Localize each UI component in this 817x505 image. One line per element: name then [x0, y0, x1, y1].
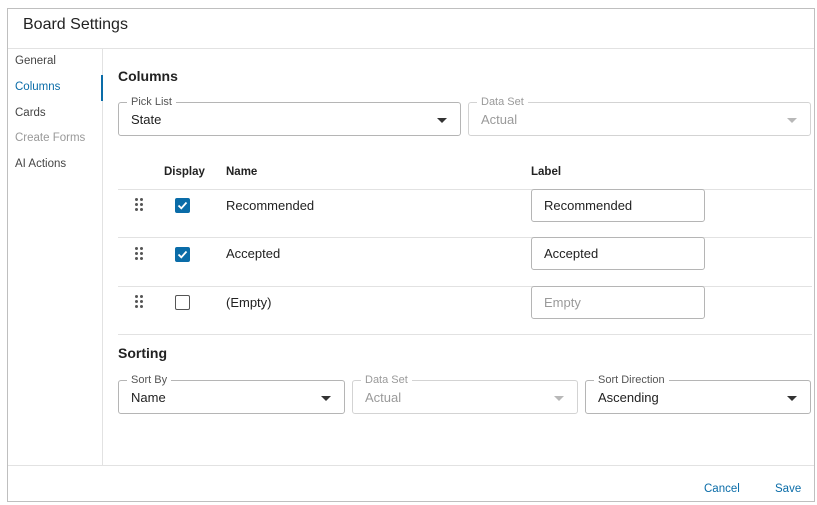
sidebar-item-general[interactable]: General — [15, 55, 56, 67]
settings-content: Columns Pick List State Data Set Actual … — [104, 49, 816, 465]
row-name: (Empty) — [226, 295, 272, 310]
dialog-title: Board Settings — [23, 16, 128, 33]
sort-by-label: Sort By — [127, 373, 172, 387]
display-checkbox[interactable] — [175, 247, 190, 262]
sort-by-value: Name — [131, 390, 166, 405]
save-button[interactable]: Save — [775, 483, 801, 495]
sidebar-item-create-forms: Create Forms — [15, 132, 86, 144]
sidebar-item-ai-actions[interactable]: AI Actions — [15, 158, 66, 170]
dialog-footer: Cancel Save — [8, 465, 814, 503]
sort-direction-select[interactable]: Sort Direction Ascending — [585, 373, 811, 414]
sidebar-item-cards[interactable]: Cards — [15, 107, 46, 119]
row-label-input[interactable] — [531, 237, 705, 270]
cancel-button[interactable]: Cancel — [704, 483, 740, 495]
chevron-down-icon — [437, 118, 447, 123]
sorting-data-set-select: Data Set Actual — [352, 373, 578, 414]
chevron-down-icon — [554, 396, 564, 401]
display-column-header: Display — [164, 166, 205, 178]
settings-sidebar: General Columns Cards Create Forms AI Ac… — [8, 49, 103, 465]
columns-data-set-value: Actual — [481, 112, 518, 127]
table-divider — [118, 237, 812, 238]
label-column-header: Label — [531, 166, 562, 178]
check-icon — [177, 250, 188, 259]
check-icon — [177, 201, 188, 210]
dialog-header: Board Settings — [8, 9, 814, 49]
sorting-data-set-label: Data Set — [361, 373, 412, 387]
sorting-section-title: Sorting — [118, 345, 167, 361]
row-label-input[interactable] — [531, 286, 705, 319]
sorting-data-set-value: Actual — [365, 390, 402, 405]
sort-by-select[interactable]: Sort By Name — [118, 373, 345, 414]
table-divider — [118, 189, 812, 190]
display-checkbox[interactable] — [175, 295, 190, 310]
chevron-down-icon — [787, 396, 797, 401]
columns-section-title: Columns — [118, 68, 178, 84]
chevron-down-icon — [321, 396, 331, 401]
active-item-indicator — [101, 75, 103, 101]
board-settings-dialog: Board Settings General Columns Cards Cre… — [7, 8, 815, 502]
table-divider — [118, 334, 812, 335]
sort-direction-value: Ascending — [598, 390, 659, 405]
name-column-header: Name — [226, 166, 258, 178]
drag-handle-icon[interactable] — [135, 198, 143, 212]
row-name: Recommended — [226, 198, 315, 213]
pick-list-select[interactable]: Pick List State — [118, 95, 461, 136]
columns-data-set-select: Data Set Actual — [468, 95, 811, 136]
sidebar-item-columns[interactable]: Columns — [15, 81, 60, 93]
table-divider — [118, 286, 812, 287]
sort-direction-label: Sort Direction — [594, 373, 669, 387]
pick-list-label: Pick List — [127, 95, 176, 109]
drag-handle-icon[interactable] — [135, 247, 143, 261]
row-name: Accepted — [226, 246, 281, 261]
display-checkbox[interactable] — [175, 198, 190, 213]
drag-handle-icon[interactable] — [135, 295, 143, 309]
pick-list-value: State — [131, 112, 162, 127]
columns-data-set-label: Data Set — [477, 95, 528, 109]
row-label-input[interactable] — [531, 189, 705, 222]
chevron-down-icon — [787, 118, 797, 123]
